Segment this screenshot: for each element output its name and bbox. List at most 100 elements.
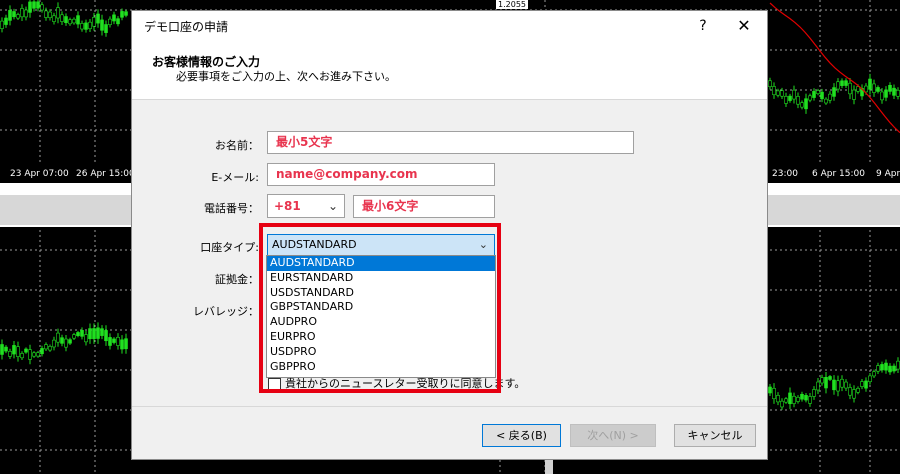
account-type-dropdown: AUDSTANDARD EURSTANDARD USDSTANDARD GBPS… bbox=[266, 255, 496, 378]
background-candle bbox=[44, 10, 48, 18]
background-candle bbox=[880, 364, 884, 371]
background-candle bbox=[780, 400, 784, 408]
phone-label: 電話番号： bbox=[204, 202, 259, 215]
background-candle bbox=[56, 332, 60, 343]
background-candle bbox=[828, 376, 832, 380]
background-candle bbox=[68, 19, 72, 25]
dialog-titlebar[interactable]: デモ口座の申請 ? ✕ bbox=[132, 11, 767, 41]
account-type-select[interactable]: AUDSTANDARD ⌄ bbox=[267, 234, 495, 256]
background-candle bbox=[92, 328, 96, 340]
account-type-label: 口座タイプ: bbox=[200, 241, 259, 254]
background-candle bbox=[836, 81, 840, 90]
background-candle bbox=[856, 86, 860, 92]
back-button[interactable]: < 戻る(B) bbox=[482, 424, 561, 447]
background-candle bbox=[124, 11, 128, 16]
background-candle bbox=[116, 336, 120, 346]
background-candle bbox=[856, 388, 860, 393]
background-candle bbox=[100, 328, 104, 336]
dialog-title: デモ口座の申請 bbox=[144, 20, 229, 34]
background-candle bbox=[780, 90, 784, 97]
background-candle bbox=[104, 330, 108, 342]
background-candle bbox=[800, 102, 804, 108]
dropdown-option[interactable]: AUDPRO bbox=[267, 315, 495, 330]
header-subtitle: 必要事項をご入力の上、次へお進み下さい。 bbox=[176, 70, 396, 83]
dropdown-option[interactable]: EURPRO bbox=[267, 330, 495, 345]
dropdown-option[interactable]: AUDSTANDARD bbox=[267, 256, 495, 271]
background-candle bbox=[88, 21, 92, 30]
close-button[interactable]: ✕ bbox=[729, 13, 759, 39]
name-label: お名前： bbox=[215, 139, 259, 152]
background-candle bbox=[112, 338, 116, 343]
background-candle bbox=[896, 89, 900, 97]
time-axis-label: 23 Apr 07:00 bbox=[10, 169, 69, 179]
background-candle bbox=[84, 334, 88, 343]
background-candle bbox=[96, 13, 100, 24]
dropdown-option[interactable]: GBPSTANDARD bbox=[267, 300, 495, 315]
background-candle bbox=[788, 95, 792, 101]
background-candle bbox=[784, 96, 788, 104]
background-candle bbox=[768, 386, 772, 394]
background-candle bbox=[76, 15, 80, 25]
background-candle bbox=[8, 351, 12, 357]
background-candle bbox=[896, 360, 900, 370]
next-button[interactable]: 次へ(N) > bbox=[570, 424, 656, 447]
newsletter-checkbox[interactable] bbox=[268, 377, 281, 391]
help-button[interactable]: ? bbox=[688, 13, 718, 39]
background-candle bbox=[816, 90, 820, 95]
background-candle bbox=[76, 332, 80, 336]
background-candle bbox=[48, 11, 52, 18]
dropdown-option[interactable]: GBPPRO bbox=[267, 360, 495, 375]
phone-country-code-select[interactable]: +81 ⌄ bbox=[267, 194, 345, 218]
background-candle bbox=[40, 4, 44, 11]
background-candle bbox=[64, 338, 68, 348]
background-candle bbox=[4, 346, 8, 352]
background-candle bbox=[816, 381, 820, 391]
background-candle bbox=[28, 349, 32, 360]
background-candle bbox=[32, 352, 36, 357]
cancel-button[interactable]: キャンセル bbox=[674, 424, 756, 447]
background-candle bbox=[112, 14, 116, 22]
background-candle bbox=[864, 85, 868, 93]
background-candle bbox=[820, 377, 824, 384]
background-candle bbox=[12, 11, 16, 18]
background-candle bbox=[772, 388, 776, 400]
dropdown-option[interactable]: USDPRO bbox=[267, 345, 495, 360]
background-candle bbox=[800, 393, 804, 400]
dialog-header: お客様情報のご入力 必要事項をご入力の上、次へお進み下さい。 bbox=[132, 41, 767, 100]
background-candle bbox=[804, 395, 808, 401]
dropdown-option[interactable]: EURSTANDARD bbox=[267, 271, 495, 286]
background-candle bbox=[832, 87, 836, 97]
background-candle bbox=[72, 18, 76, 24]
background-candle bbox=[876, 87, 880, 92]
background-candle bbox=[824, 376, 828, 389]
background-candle bbox=[60, 337, 64, 344]
background-candle bbox=[44, 344, 48, 350]
background-candle bbox=[880, 91, 884, 101]
background-candle bbox=[108, 337, 112, 346]
background-candle bbox=[868, 78, 872, 90]
phone-number-field[interactable]: 最小6文字 bbox=[353, 195, 495, 218]
background-candle bbox=[4, 17, 8, 25]
background-candle bbox=[864, 380, 868, 389]
background-candle bbox=[796, 96, 800, 105]
background-candle bbox=[768, 80, 772, 88]
background-candle bbox=[12, 345, 16, 355]
background-candle bbox=[808, 95, 812, 101]
dropdown-option[interactable]: USDSTANDARD bbox=[267, 286, 495, 301]
background-candle bbox=[892, 365, 896, 372]
background-candle bbox=[120, 11, 124, 18]
background-candle bbox=[888, 365, 892, 373]
background-candle bbox=[872, 371, 876, 377]
background-candle bbox=[848, 387, 852, 396]
background-candle bbox=[24, 9, 28, 18]
background-candle bbox=[52, 15, 56, 22]
background-candle bbox=[804, 98, 808, 110]
background-candle bbox=[60, 14, 64, 22]
name-field[interactable]: 最小5文字 bbox=[267, 131, 634, 154]
email-field[interactable]: name@company.com bbox=[267, 163, 495, 186]
background-candle bbox=[28, 1, 32, 13]
background-candle bbox=[852, 89, 856, 100]
background-candle bbox=[56, 7, 60, 19]
time-axis-label: 6 Apr 15:00 bbox=[812, 169, 865, 179]
background-candle bbox=[16, 14, 20, 19]
